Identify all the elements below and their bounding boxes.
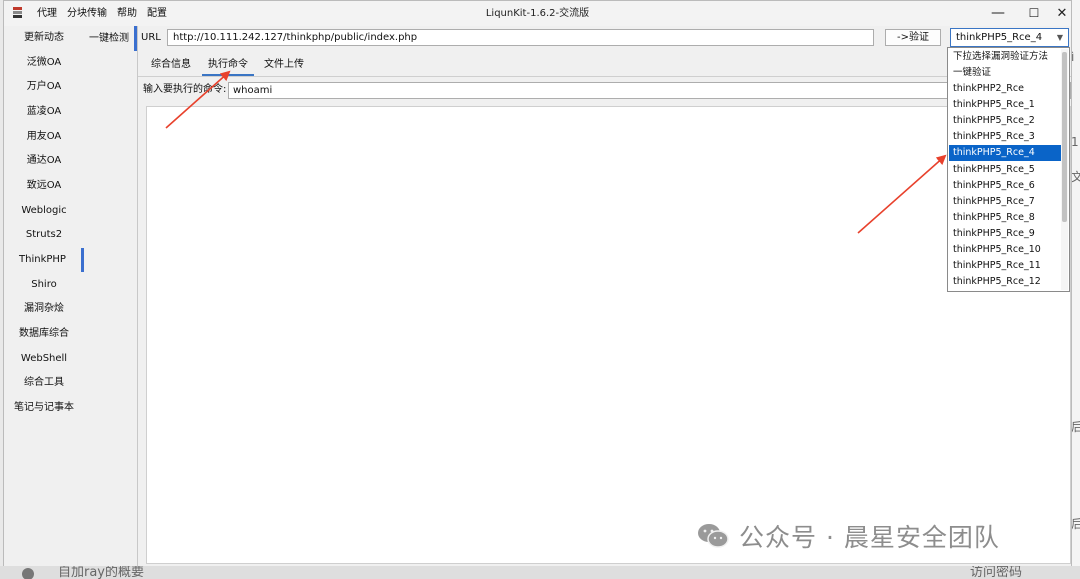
dropdown-option[interactable]: thinkPHP5_Rce_1: [949, 97, 1061, 113]
bg-glyph: 后: [1071, 517, 1080, 531]
close-button[interactable]: ✕: [1052, 1, 1072, 26]
watermark-text: 公众号 · 晨星安全团队: [739, 523, 1000, 552]
verify-button[interactable]: ->验证: [885, 29, 941, 46]
sidebar-item-wanhu-oa[interactable]: 万户OA: [4, 75, 84, 99]
dropdown-scrollbar[interactable]: [1061, 49, 1068, 290]
dropdown-option[interactable]: thinkPHP2_Rce: [949, 81, 1061, 97]
method-select-value: thinkPHP5_Rce_4: [956, 32, 1043, 43]
url-label: URL: [141, 32, 161, 43]
method-select[interactable]: thinkPHP5_Rce_4 ▼: [950, 28, 1069, 47]
method-dropdown-list: 下拉选择漏洞验证方法 一键验证 thinkPHP2_Rce thinkPHP5_…: [947, 47, 1070, 292]
sidebar-item-yonyou-oa[interactable]: 用友OA: [4, 125, 84, 149]
command-output-area[interactable]: [146, 106, 1071, 564]
sidebar-item-seeyon-oa[interactable]: 致远OA: [4, 174, 84, 198]
sidebar-item-thinkphp[interactable]: ThinkPHP: [4, 248, 84, 272]
bg-glyph: 1: [1071, 135, 1079, 149]
dropdown-option[interactable]: thinkPHP5_Rce_12: [949, 274, 1061, 290]
dropdown-option[interactable]: thinkPHP5_Rce_9: [949, 226, 1061, 242]
sidebar-item-misc-vulns[interactable]: 漏洞杂烩: [4, 297, 84, 321]
sidebar-item-tools[interactable]: 综合工具: [4, 371, 84, 395]
sidebar-item-notes[interactable]: 笔记与记事本: [4, 396, 84, 420]
dropdown-option[interactable]: thinkPHP5_Rce_5: [949, 162, 1061, 178]
scrollbar-thumb[interactable]: [1062, 52, 1067, 222]
sidebar-item-weaver-oa[interactable]: 泛微OA: [4, 51, 84, 75]
bg-bottom-left-text: 自加ray的概要: [58, 566, 145, 579]
tab-execute-command[interactable]: 执行命令: [202, 54, 254, 76]
bg-glyph: 后: [1071, 420, 1080, 434]
dropdown-option[interactable]: thinkPHP5_Rce_7: [949, 194, 1061, 210]
sidebar-item-shiro[interactable]: Shiro: [4, 273, 84, 297]
main-panel: URL http://10.111.242.127/thinkphp/publi…: [138, 26, 1071, 566]
dropdown-option[interactable]: thinkPHP5_Rce_6: [949, 178, 1061, 194]
wechat-icon: [697, 523, 729, 549]
title-bar: 代理 分块传输 帮助 配置 LiqunKit-1.6.2-交流版 — ☐ ✕: [4, 1, 1071, 26]
bg-glyph: 文: [1071, 170, 1080, 184]
sidebar-item-webshell[interactable]: WebShell: [4, 347, 84, 371]
sidebar-item-database[interactable]: 数据库综合: [4, 322, 84, 346]
url-input[interactable]: http://10.111.242.127/thinkphp/public/in…: [167, 29, 874, 46]
subnav-one-click-detect[interactable]: 一键检测: [84, 26, 137, 51]
chevron-down-icon: ▼: [1056, 33, 1063, 42]
tab-bar: 综合信息 执行命令 文件上传: [138, 54, 1071, 77]
command-label: 输入要执行的命令:: [143, 84, 227, 95]
app-window: 代理 分块传输 帮助 配置 LiqunKit-1.6.2-交流版 — ☐ ✕ 更…: [3, 0, 1072, 566]
background-window-bottom: 自加ray的概要 访问密码: [0, 566, 1080, 579]
maximize-button[interactable]: ☐: [1016, 1, 1052, 26]
dropdown-option[interactable]: 一键验证: [949, 65, 1061, 81]
menu-proxy[interactable]: 代理: [32, 1, 62, 26]
command-input[interactable]: whoami: [228, 82, 1071, 99]
sidebar-item-tongda-oa[interactable]: 通达OA: [4, 149, 84, 173]
dropdown-option[interactable]: thinkPHP5_Rce_8: [949, 210, 1061, 226]
minimize-button[interactable]: —: [980, 1, 1016, 26]
sidebar-item-landray-oa[interactable]: 蓝凌OA: [4, 100, 84, 124]
bullet-icon: [22, 568, 34, 579]
sidebar-item-updates[interactable]: 更新动态: [4, 26, 84, 50]
tab-file-upload[interactable]: 文件上传: [259, 54, 309, 76]
app-logo-icon: [13, 7, 22, 19]
sub-navigation: 一键检测: [84, 26, 138, 566]
sidebar-item-struts2[interactable]: Struts2: [4, 223, 84, 247]
sidebar: 更新动态 泛微OA 万户OA 蓝凌OA 用友OA 通达OA 致远OA Weblo…: [4, 26, 85, 566]
dropdown-option[interactable]: thinkPHP5_Rce_10: [949, 242, 1061, 258]
menu-chunked-transfer[interactable]: 分块传输: [62, 1, 112, 26]
bg-bottom-right-text: 访问密码: [970, 566, 1023, 579]
tab-overview[interactable]: 综合信息: [146, 54, 196, 76]
dropdown-option[interactable]: 下拉选择漏洞验证方法: [949, 49, 1061, 65]
menu-bar: 代理 分块传输 帮助 配置: [32, 1, 172, 26]
menu-help[interactable]: 帮助: [112, 1, 142, 26]
dropdown-option[interactable]: thinkPHP5_Rce_2: [949, 113, 1061, 129]
menu-config[interactable]: 配置: [142, 1, 172, 26]
dropdown-option[interactable]: thinkPHP5_Rce_3: [949, 129, 1061, 145]
watermark: 公众号 · 晨星安全团队: [697, 518, 1000, 554]
dropdown-option-selected[interactable]: thinkPHP5_Rce_4: [949, 145, 1061, 161]
sidebar-item-weblogic[interactable]: Weblogic: [4, 199, 84, 223]
dropdown-option[interactable]: thinkPHP5_Rce_11: [949, 258, 1061, 274]
